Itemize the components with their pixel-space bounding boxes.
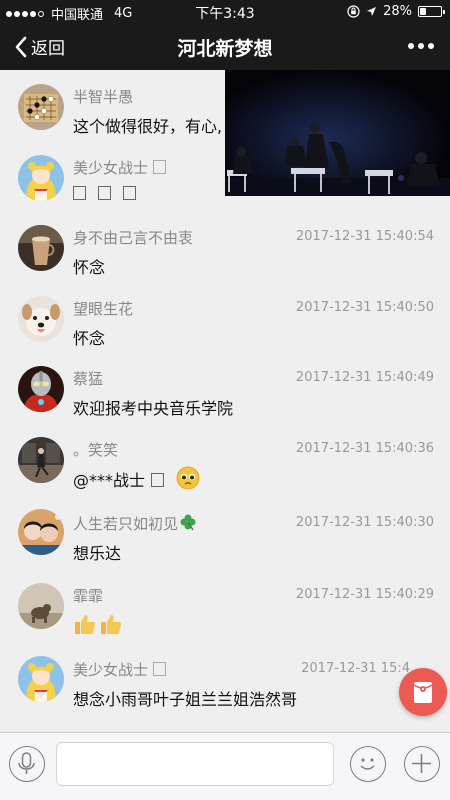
- comment-item[interactable]: 。笑笑 2017-12-31 15:40:36 @***战士: [0, 423, 450, 494]
- comment-item[interactable]: 霏霏 2017-12-31 15:40:29: [0, 569, 450, 640]
- thumbs-up-icon: [75, 615, 96, 634]
- comment-author-name: 美少女战士: [73, 660, 149, 679]
- comment-time: 2017-12-31 15:40:29: [295, 587, 434, 602]
- comment-author[interactable]: 望眼生花: [73, 298, 133, 319]
- microphone-icon: [18, 752, 35, 774]
- coffee-cup-icon[interactable]: [18, 225, 64, 271]
- video-frame: [225, 70, 450, 196]
- comment-item[interactable]: 望眼生花 2017-12-31 15:40:50 怀念: [0, 282, 450, 353]
- dog-on-floor-icon[interactable]: [18, 583, 64, 629]
- comment-time: 2017-12-31 15:40:50: [295, 299, 434, 315]
- location-arrow-icon: [367, 7, 377, 16]
- comment-author[interactable]: 身不由己言不由衷: [73, 227, 193, 248]
- comment-text: 欢迎报考中央音乐学院: [73, 399, 234, 418]
- emoji-button[interactable]: [350, 746, 386, 782]
- more-dot: [418, 43, 424, 49]
- comment-time: 2017-12-31 15:40:49: [295, 370, 434, 385]
- add-button[interactable]: [404, 746, 440, 782]
- comment-text: [73, 612, 125, 636]
- comment-text-mention: @***战士: [73, 470, 146, 490]
- comment-text: 怀念: [73, 258, 106, 277]
- rotation-lock-icon: [347, 5, 360, 18]
- comment-input[interactable]: [56, 742, 334, 786]
- comment-text: 怀念: [73, 328, 106, 348]
- back-label: 返回: [31, 39, 65, 59]
- comment-author[interactable]: 美少女战士: [73, 157, 167, 178]
- unknown-glyph-icon: [153, 661, 167, 676]
- red-packet-button[interactable]: [399, 668, 447, 716]
- smiley-icon: [360, 758, 375, 770]
- ultraman-icon[interactable]: [18, 366, 64, 412]
- comment-item[interactable]: 美少女战士 2017-12-31 15:4 想念小雨哥叶子姐兰兰姐浩然哥: [0, 640, 450, 716]
- comment-author[interactable]: 霏霏: [73, 585, 103, 606]
- comment-author[interactable]: 人生若只如初见: [73, 513, 197, 534]
- input-bar: [0, 732, 450, 800]
- more-button[interactable]: [408, 35, 434, 57]
- comment-time: 2017-12-31 15:4: [301, 660, 410, 676]
- dance-studio-icon[interactable]: [18, 436, 64, 483]
- clover-icon: [180, 514, 196, 531]
- comment-text: [73, 184, 137, 203]
- unknown-glyph-icon: [73, 185, 86, 200]
- comment-author[interactable]: 半智半愚: [73, 86, 133, 107]
- sailor-moon-icon[interactable]: [18, 154, 64, 201]
- video-player[interactable]: [225, 70, 450, 196]
- status-right: 28%: [347, 4, 445, 19]
- unknown-glyph-icon: [123, 185, 137, 200]
- more-dot: [408, 43, 414, 49]
- plus-icon: [412, 754, 431, 773]
- pleading-face-icon: [176, 466, 200, 489]
- comment-text: 想乐达: [73, 544, 122, 563]
- comment-author[interactable]: 。笑笑: [73, 439, 118, 460]
- status-bar: 中国联通 4G 下午3:43 28%: [0, 0, 450, 23]
- couple-photo-icon[interactable]: [18, 509, 64, 555]
- go-board-icon[interactable]: [18, 84, 64, 130]
- comment-item[interactable]: 人生若只如初见 2017-12-31 15:40:30 想乐达: [0, 493, 450, 569]
- comment-item[interactable]: 身不由己言不由衷 2017-12-31 15:40:54 怀念: [0, 211, 450, 282]
- comment-author-name: 美少女战士: [73, 158, 149, 177]
- comment-text: 这个做得很好，有心,: [73, 117, 223, 136]
- sailor-moon-icon[interactable]: [18, 655, 64, 702]
- comment-item[interactable]: 蔡猛 2017-12-31 15:40:49 欢迎报考中央音乐学院: [0, 352, 450, 423]
- unknown-glyph-icon: [151, 472, 165, 487]
- dog-icon[interactable]: [18, 295, 64, 342]
- comment-author[interactable]: 蔡猛: [73, 368, 103, 389]
- page-title: 河北新梦想: [177, 38, 273, 60]
- unknown-glyph-icon: [153, 159, 167, 174]
- battery-fill: [420, 8, 426, 15]
- comment-author[interactable]: 美少女战士: [73, 659, 167, 680]
- back-button[interactable]: 返回: [14, 34, 65, 59]
- battery-percent: 28%: [383, 4, 412, 19]
- comment-time: 2017-12-31 15:40:36: [295, 440, 434, 456]
- comment-author-name: 人生若只如初见: [73, 515, 179, 533]
- red-packet-icon: [413, 682, 433, 703]
- more-dot: [428, 43, 434, 49]
- voice-button[interactable]: [9, 746, 45, 782]
- battery-icon: [418, 6, 445, 17]
- comment-time: 2017-12-31 15:40:30: [295, 515, 434, 530]
- thumbs-up-icon: [101, 615, 122, 634]
- comment-text: @***战士: [73, 466, 200, 491]
- comment-time: 2017-12-31 15:40:54: [295, 229, 434, 244]
- comment-text: 想念小雨哥叶子姐兰兰姐浩然哥: [73, 689, 298, 709]
- chevron-left-icon: [15, 36, 27, 57]
- nav-bar: 返回 河北新梦想: [0, 22, 450, 70]
- unknown-glyph-icon: [98, 185, 112, 200]
